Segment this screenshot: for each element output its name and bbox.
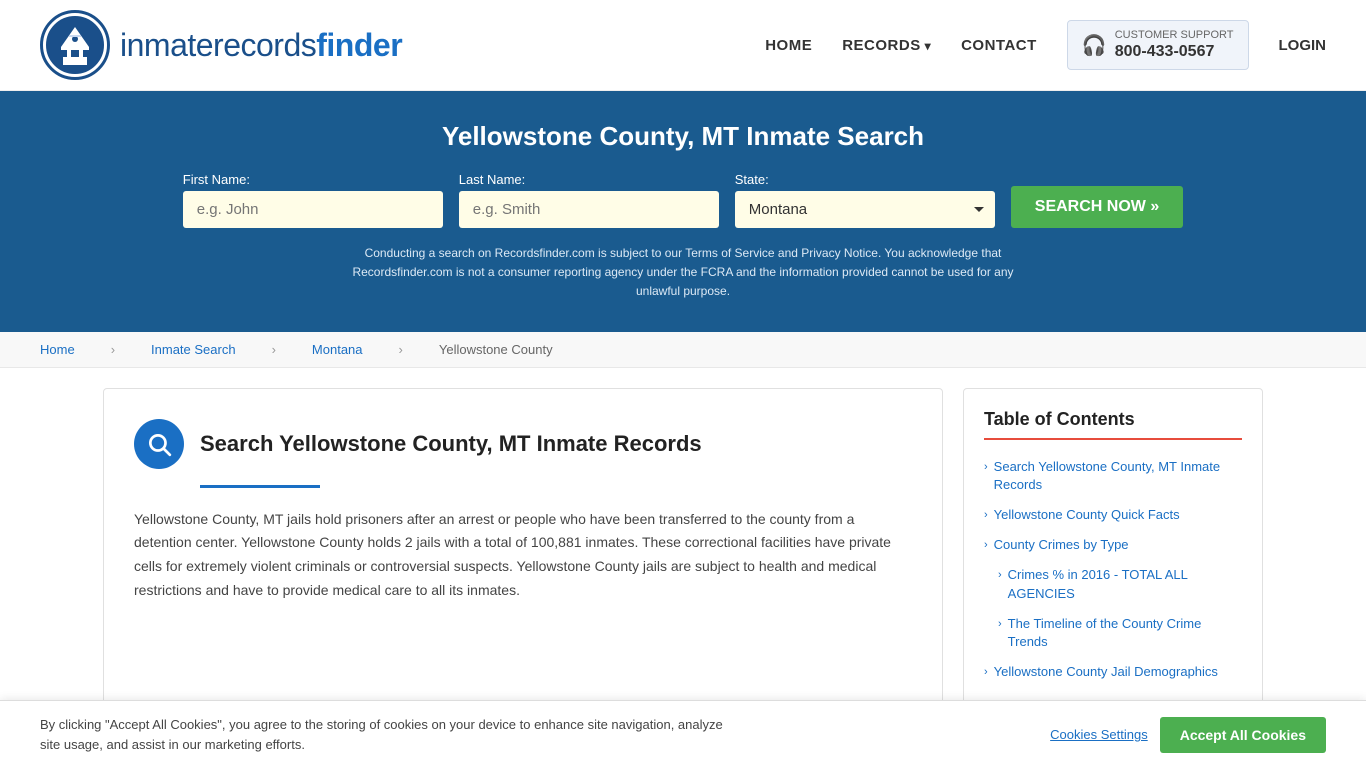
state-select[interactable]: Montana Alabama Alaska Arizona Californi… xyxy=(735,191,995,228)
cookie-banner: By clicking "Accept All Cookies", you ag… xyxy=(0,700,1366,768)
search-icon-circle xyxy=(134,419,184,469)
cookie-buttons: Cookies Settings Accept All Cookies xyxy=(1050,717,1326,753)
chevron-icon: › xyxy=(998,568,1002,583)
site-header: inmaterecordsfinder HOME RECORDS CONTACT… xyxy=(0,0,1366,91)
toc-item[interactable]: ›Yellowstone County Jail Demographics xyxy=(984,657,1242,687)
toc-item[interactable]: ›The Timeline of the County Crime Trends xyxy=(984,609,1242,657)
page-title: Yellowstone County, MT Inmate Search xyxy=(40,121,1326,152)
chevron-icon: › xyxy=(984,508,988,523)
headset-icon: 🎧 xyxy=(1082,33,1107,58)
logo-area: inmaterecordsfinder xyxy=(40,10,402,80)
toc-item[interactable]: ›Crimes % in 2016 - TOTAL ALL AGENCIES xyxy=(984,560,1242,608)
breadcrumb: Home › Inmate Search › Montana › Yellows… xyxy=(0,332,1366,368)
content-title-row: Search Yellowstone County, MT Inmate Rec… xyxy=(134,419,912,469)
sidebar: Table of Contents ›Search Yellowstone Co… xyxy=(963,388,1263,709)
nav-home[interactable]: HOME xyxy=(765,37,812,54)
cookie-text: By clicking "Accept All Cookies", you ag… xyxy=(40,715,740,754)
state-label: State: xyxy=(735,172,995,187)
toc-list: ›Search Yellowstone County, MT Inmate Re… xyxy=(984,452,1242,688)
toc-item[interactable]: ›County Crimes by Type xyxy=(984,530,1242,560)
chevron-icon: › xyxy=(984,665,988,680)
disclaimer-text: Conducting a search on Recordsfinder.com… xyxy=(333,244,1033,302)
breadcrumb-montana[interactable]: Montana xyxy=(312,342,363,357)
cookie-settings-button[interactable]: Cookies Settings xyxy=(1050,727,1148,742)
cookie-accept-button[interactable]: Accept All Cookies xyxy=(1160,717,1326,753)
breadcrumb-home[interactable]: Home xyxy=(40,342,75,357)
last-name-group: Last Name: xyxy=(459,172,719,228)
support-number[interactable]: 800-433-0567 xyxy=(1115,43,1234,61)
search-button[interactable]: SEARCH NOW » xyxy=(1011,186,1183,228)
content-area: Search Yellowstone County, MT Inmate Rec… xyxy=(103,388,943,709)
nav-contact[interactable]: CONTACT xyxy=(961,37,1037,54)
logo-icon xyxy=(40,10,110,80)
search-form: First Name: Last Name: State: Montana Al… xyxy=(40,172,1326,228)
toc-item[interactable]: ›Yellowstone County Quick Facts xyxy=(984,500,1242,530)
state-group: State: Montana Alabama Alaska Arizona Ca… xyxy=(735,172,995,228)
nav-login[interactable]: LOGIN xyxy=(1279,37,1327,54)
last-name-label: Last Name: xyxy=(459,172,719,187)
support-label: CUSTOMER SUPPORT xyxy=(1115,29,1234,42)
main-area: Search Yellowstone County, MT Inmate Rec… xyxy=(83,388,1283,709)
chevron-icon: › xyxy=(998,617,1002,632)
title-underline xyxy=(200,485,320,488)
hero-section: Yellowstone County, MT Inmate Search Fir… xyxy=(0,91,1366,332)
logo-text-bold: finder xyxy=(316,27,402,63)
search-icon xyxy=(146,431,172,457)
chevron-icon: › xyxy=(984,538,988,553)
logo-text-light: inmaterecords xyxy=(120,27,316,63)
content-title: Search Yellowstone County, MT Inmate Rec… xyxy=(200,431,702,457)
toc-title: Table of Contents xyxy=(984,409,1242,440)
toc-item[interactable]: ›Search Yellowstone County, MT Inmate Re… xyxy=(984,452,1242,500)
first-name-input[interactable] xyxy=(183,191,443,228)
main-nav: HOME RECORDS CONTACT 🎧 CUSTOMER SUPPORT … xyxy=(765,20,1326,69)
content-body: Yellowstone County, MT jails hold prison… xyxy=(134,508,912,603)
toc-box: Table of Contents ›Search Yellowstone Co… xyxy=(963,388,1263,709)
support-info: CUSTOMER SUPPORT 800-433-0567 xyxy=(1115,29,1234,60)
customer-support-box: 🎧 CUSTOMER SUPPORT 800-433-0567 xyxy=(1067,20,1249,69)
first-name-group: First Name: xyxy=(183,172,443,228)
chevron-icon: › xyxy=(984,460,988,475)
nav-records[interactable]: RECORDS xyxy=(842,37,931,54)
breadcrumb-inmate-search[interactable]: Inmate Search xyxy=(151,342,236,357)
first-name-label: First Name: xyxy=(183,172,443,187)
breadcrumb-county: Yellowstone County xyxy=(439,342,553,357)
last-name-input[interactable] xyxy=(459,191,719,228)
logo-text: inmaterecordsfinder xyxy=(120,27,402,64)
